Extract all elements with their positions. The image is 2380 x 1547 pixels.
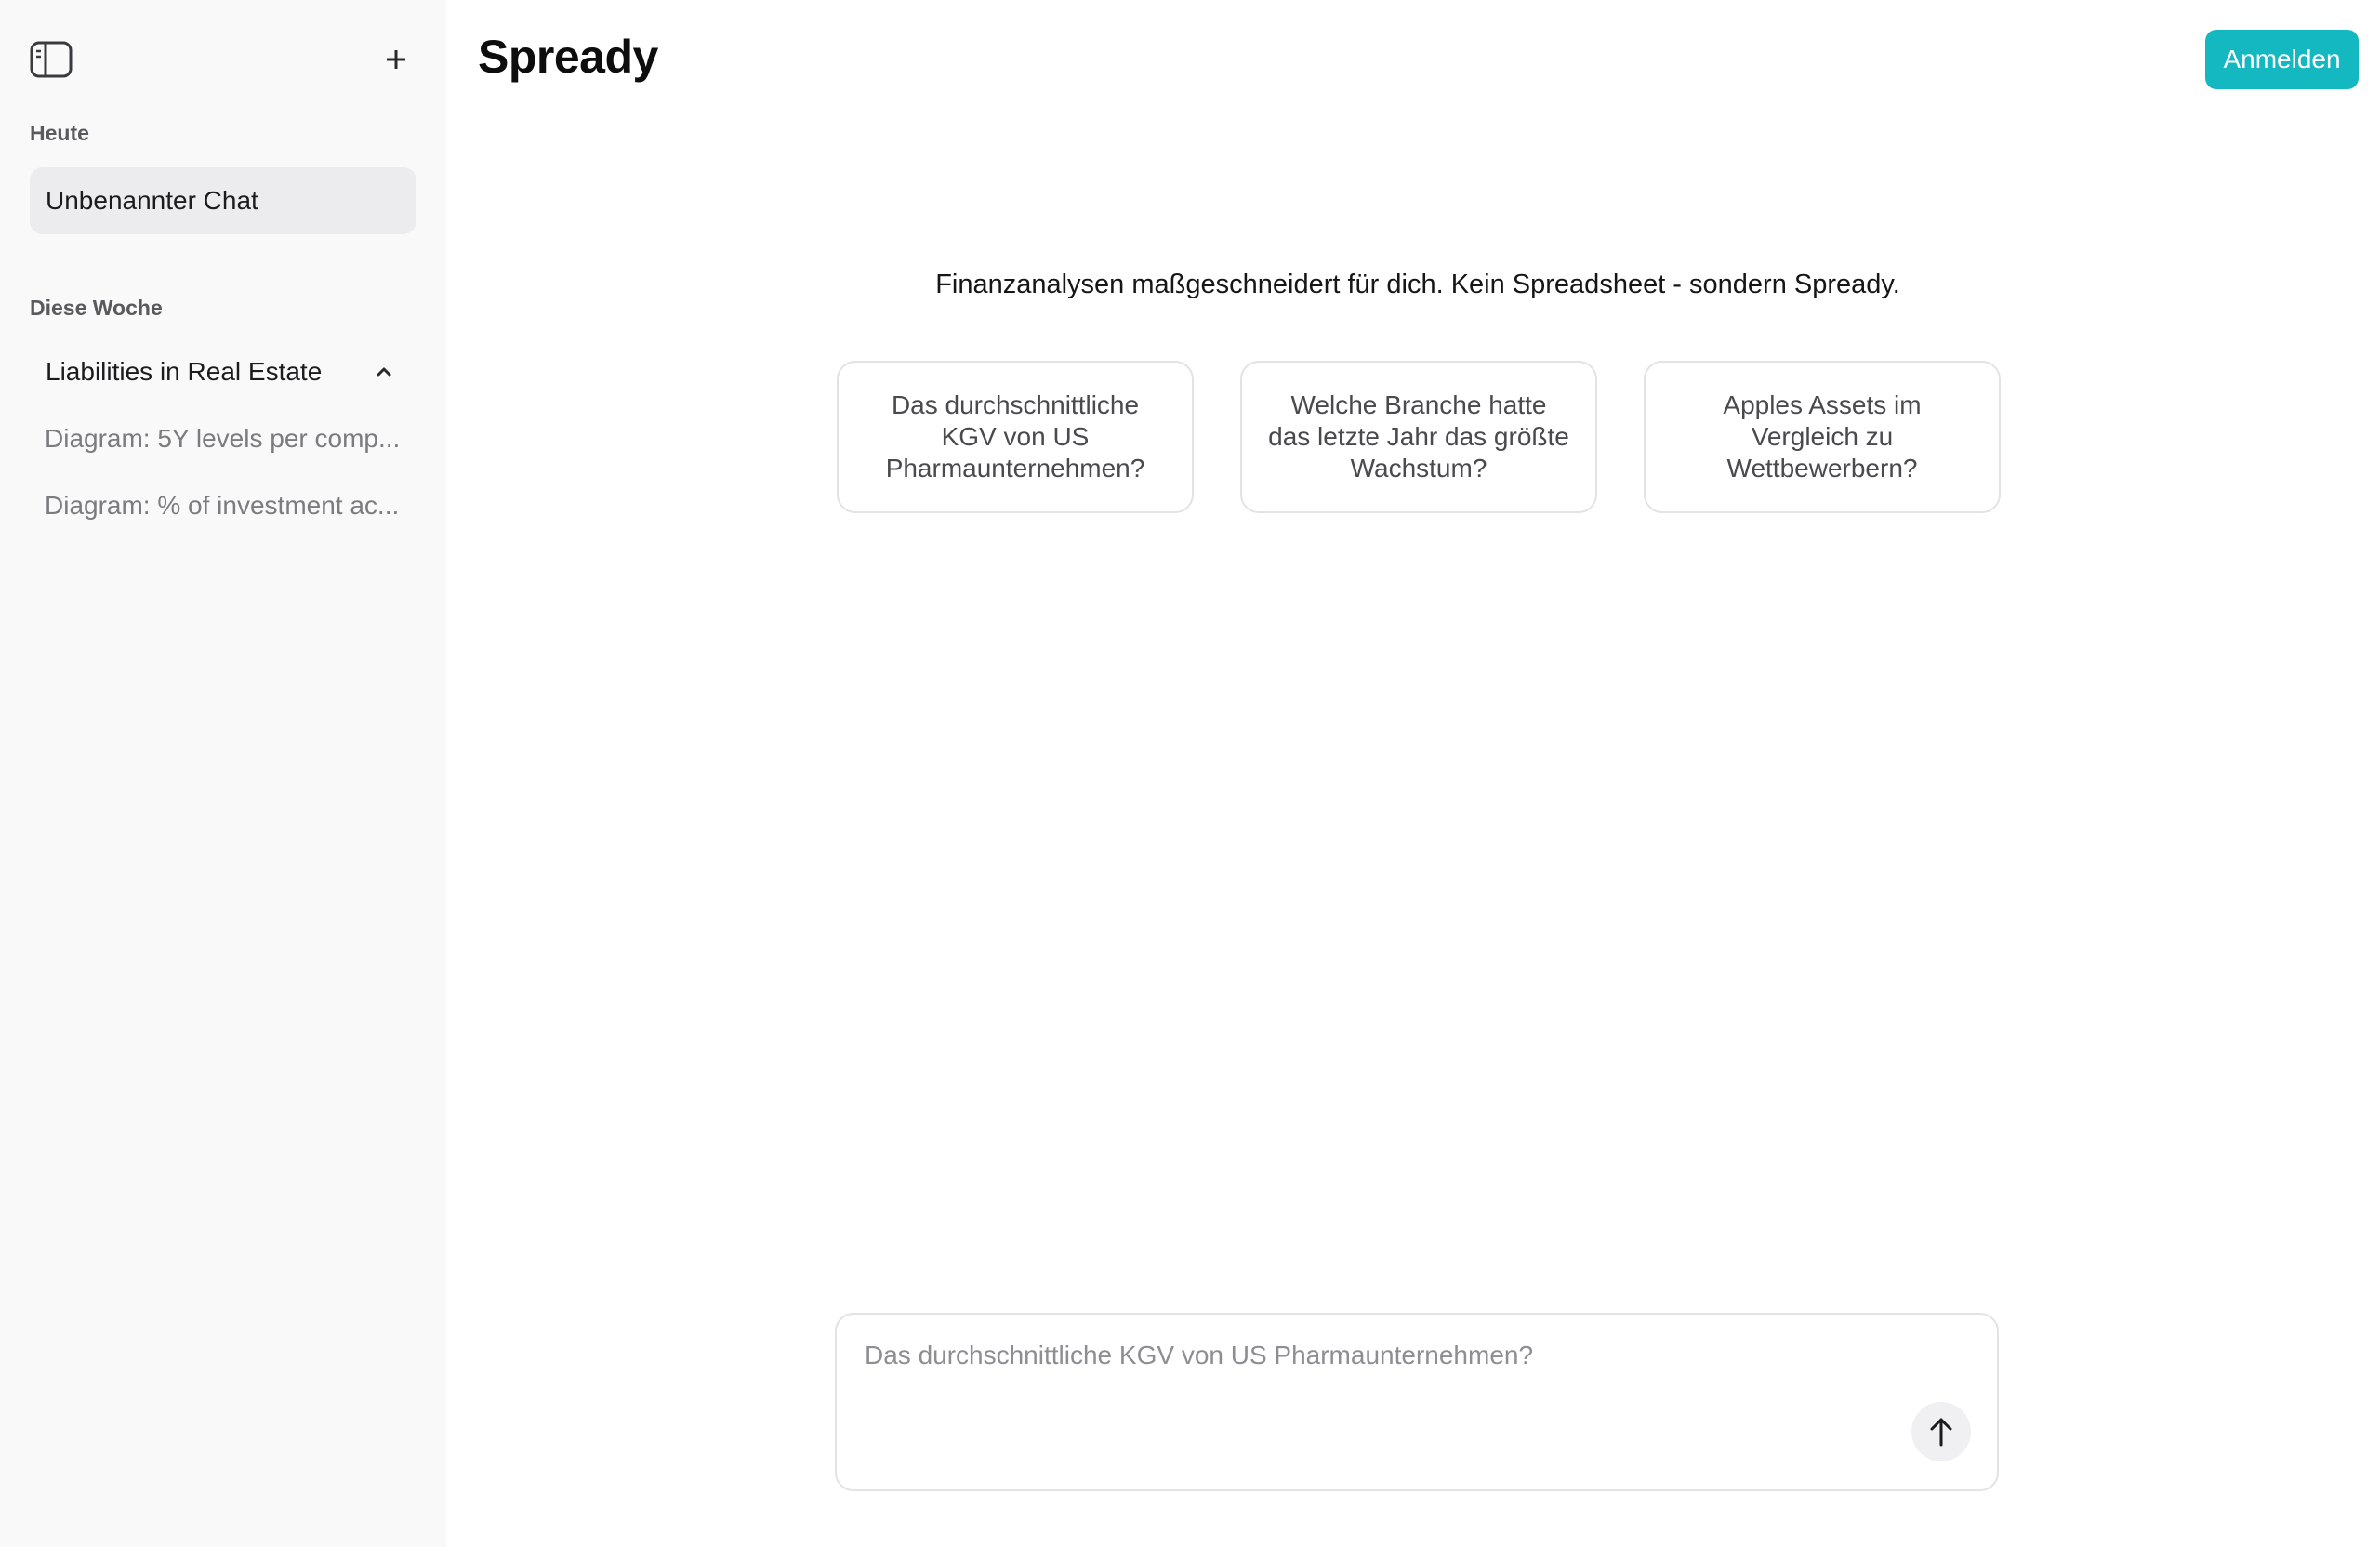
- chat-item-liabilities[interactable]: Liabilities in Real Estate: [30, 338, 416, 405]
- plus-icon[interactable]: [376, 39, 416, 80]
- chat-item-label: Liabilities in Real Estate: [46, 357, 323, 386]
- arrow-up-icon: [1930, 1418, 1952, 1447]
- chat-subitem-diagram-investment[interactable]: Diagram: % of investment ac...: [45, 491, 399, 521]
- suggestion-card-apple-assets[interactable]: Apples Assets im Vergleich zu Wettbewerb…: [1644, 361, 2001, 513]
- chat-composer: [835, 1313, 1999, 1491]
- section-label-this-week: Diese Woche: [30, 296, 163, 320]
- sidebar: Heute Unbenannter Chat Diese Woche Liabi…: [0, 0, 446, 1547]
- chat-item-untitled[interactable]: Unbenannter Chat: [30, 167, 416, 234]
- brand-logo: Spready: [478, 31, 658, 83]
- suggestion-card-pe-ratio[interactable]: Das durchschnittliche KGV von US Pharmau…: [837, 361, 1194, 513]
- send-button[interactable]: [1911, 1402, 1971, 1461]
- login-button[interactable]: Anmelden: [2205, 30, 2359, 89]
- tagline: Finanzanalysen maßgeschneidert für dich.…: [935, 270, 1900, 299]
- sidebar-toggle-icon[interactable]: [28, 39, 74, 80]
- suggestion-card-industry-growth[interactable]: Welche Branche hatte das letzte Jahr das…: [1240, 361, 1597, 513]
- chat-subitem-diagram-levels[interactable]: Diagram: 5Y levels per comp...: [45, 424, 400, 454]
- message-input[interactable]: [865, 1341, 1887, 1396]
- chevron-up-icon[interactable]: [370, 358, 398, 386]
- section-label-today: Heute: [30, 121, 89, 145]
